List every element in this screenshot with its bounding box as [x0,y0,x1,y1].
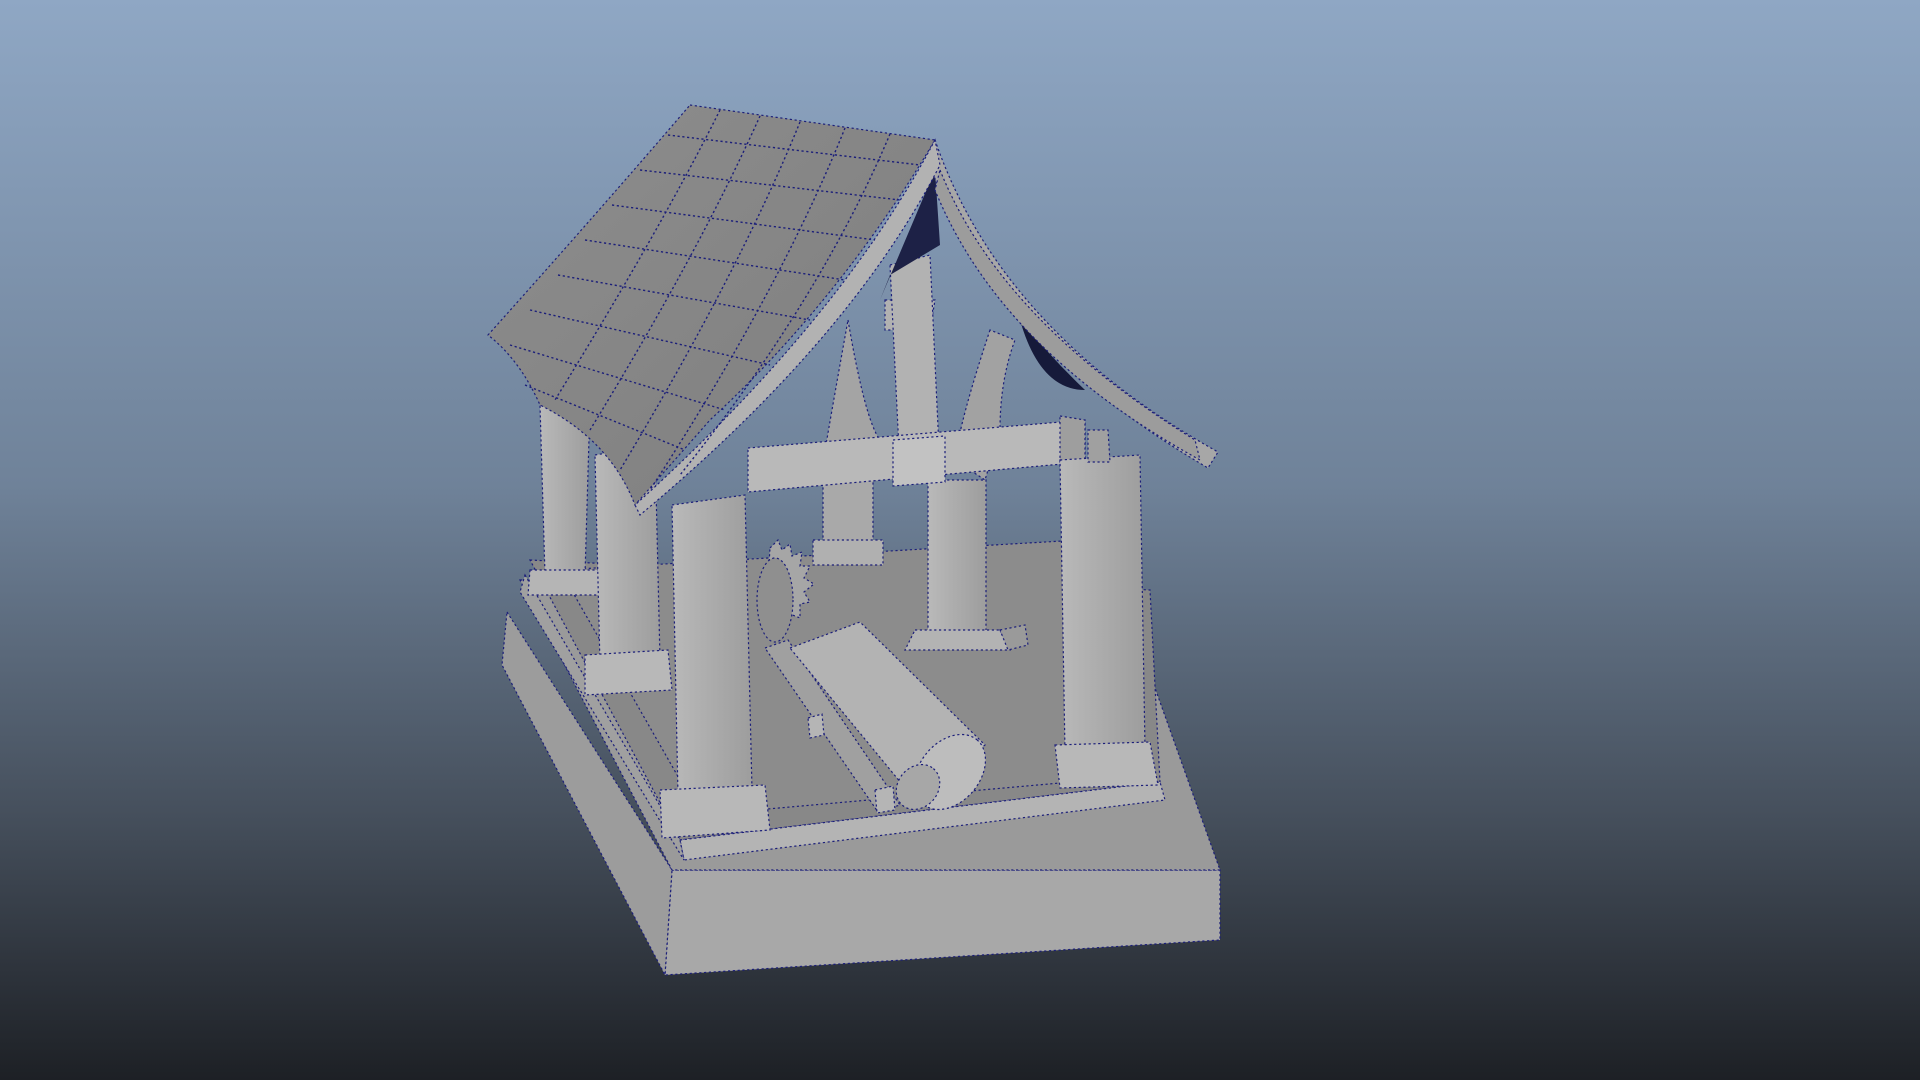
3d-viewport[interactable] [0,0,1920,1080]
model-scene [0,0,1920,1080]
